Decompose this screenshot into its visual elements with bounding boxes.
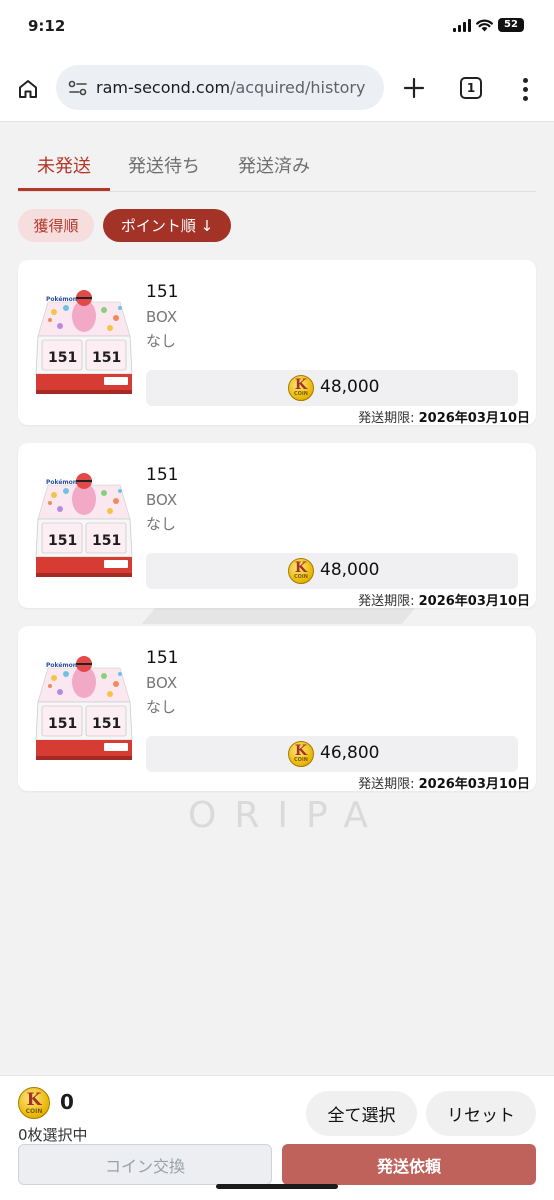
sort-points-chip[interactable]: ポイント順 ↓ [103,209,231,242]
deadline-label: 発送期限: [358,411,415,426]
coin-label: COIN [294,757,308,763]
item-card[interactable]: Pokémon 151 151 151 BOX なし K COIN 48,000 … [18,443,536,609]
coin-icon: K COIN [288,741,314,767]
item-price-box: K COIN 46,800 [146,736,518,772]
product-box-image: Pokémon 151 151 [35,656,133,760]
shipping-deadline: 発送期限: 2026年03月10日 [358,773,530,792]
svg-text:Pokémon: Pokémon [46,296,77,303]
dot-icon [522,86,528,92]
svg-text:151: 151 [48,716,77,732]
svg-text:151: 151 [48,533,77,549]
deadline-date: 2026年03月10日 [418,411,530,426]
bottom-action-panel: K COIN 0 0枚選択中 全て選択 リセット コイン交換 発送依頼 [0,1075,554,1200]
product-box-image: Pokémon 151 151 [35,473,133,577]
coin-icon: K COIN [288,375,314,401]
coin-letter: K [26,1090,42,1110]
tab-awaiting-shipment[interactable]: 発送待ち [128,152,200,178]
coin-icon: K COIN [18,1087,50,1119]
shipping-deadline: 発送期限: 2026年03月10日 [358,407,530,426]
coin-label: COIN [25,1108,43,1115]
item-type: BOX [146,674,178,692]
watermark-text: ORIPA [188,795,386,836]
address-bar[interactable]: ram-second.com/acquired/history [56,65,384,110]
home-button[interactable] [14,75,42,103]
shipping-status-tabs: 未発送 発送待ち 発送済み [18,140,536,192]
more-menu-button[interactable] [515,75,535,103]
home-indicator [216,1184,338,1189]
deadline-date: 2026年03月10日 [418,594,530,609]
url-text: ram-second.com/acquired/history [96,78,365,97]
coin-label: COIN [294,391,308,397]
item-variant: なし [146,332,177,350]
product-box-image: Pokémon 151 151 [35,290,133,394]
browser-toolbar: ram-second.com/acquired/history 1 [0,52,554,122]
item-price-box: K COIN 48,000 [146,370,518,406]
item-variant: なし [146,698,177,716]
deadline-label: 発送期限: [358,777,415,792]
dot-icon [522,95,528,101]
new-tab-button[interactable] [400,74,428,102]
svg-text:Pokémon: Pokémon [46,662,77,669]
tab-switcher-button[interactable]: 1 [460,77,482,99]
sort-acquired-chip[interactable]: 獲得順 [18,209,94,242]
plus-icon [403,77,425,99]
coin-exchange-button[interactable]: コイン交換 [18,1144,272,1185]
deadline-label: 発送期限: [358,594,415,609]
active-tab-indicator [18,188,110,191]
url-domain: ram-second.com [96,78,231,97]
item-name: 151 [146,465,179,485]
select-all-button[interactable]: 全て選択 [306,1091,417,1136]
svg-text:151: 151 [92,716,121,732]
wifi-icon [476,19,493,31]
svg-text:151: 151 [92,350,121,366]
item-name: 151 [146,282,179,302]
request-shipping-button[interactable]: 発送依頼 [282,1144,536,1185]
shipping-deadline: 発送期限: 2026年03月10日 [358,590,530,609]
home-icon [19,80,37,98]
status-time: 9:12 [28,17,66,35]
battery-icon: 52 [498,18,524,32]
coin-icon: K COIN [288,558,314,584]
selected-count: 0枚選択中 [18,1126,88,1144]
item-type: BOX [146,308,178,326]
url-path: /acquired/history [230,78,366,97]
status-icons: 52 [453,18,524,32]
item-card[interactable]: Pokémon 151 151 151 BOX なし K COIN 46,800 … [18,626,536,792]
item-price: 46,800 [320,743,380,763]
svg-text:Pokémon: Pokémon [46,479,77,486]
deadline-date: 2026年03月10日 [418,777,530,792]
tab-shipped[interactable]: 発送済み [238,152,310,178]
dot-icon [522,77,528,83]
svg-text:151: 151 [48,350,77,366]
tab-unshipped[interactable]: 未発送 [37,152,91,178]
coin-total: 0 [60,1090,74,1114]
item-variant: なし [146,515,177,533]
item-card[interactable]: Pokémon 151 151 151 BOX なし K COIN 48,000 … [18,260,536,426]
item-price: 48,000 [320,560,380,580]
item-price: 48,000 [320,377,380,397]
status-bar: 9:12 52 [0,0,554,52]
coin-label: COIN [294,574,308,580]
site-settings-icon [68,80,87,95]
svg-text:151: 151 [92,533,121,549]
reset-button[interactable]: リセット [426,1091,536,1136]
item-name: 151 [146,648,179,668]
item-price-box: K COIN 48,000 [146,553,518,589]
item-type: BOX [146,491,178,509]
cellular-signal-icon [453,18,471,32]
